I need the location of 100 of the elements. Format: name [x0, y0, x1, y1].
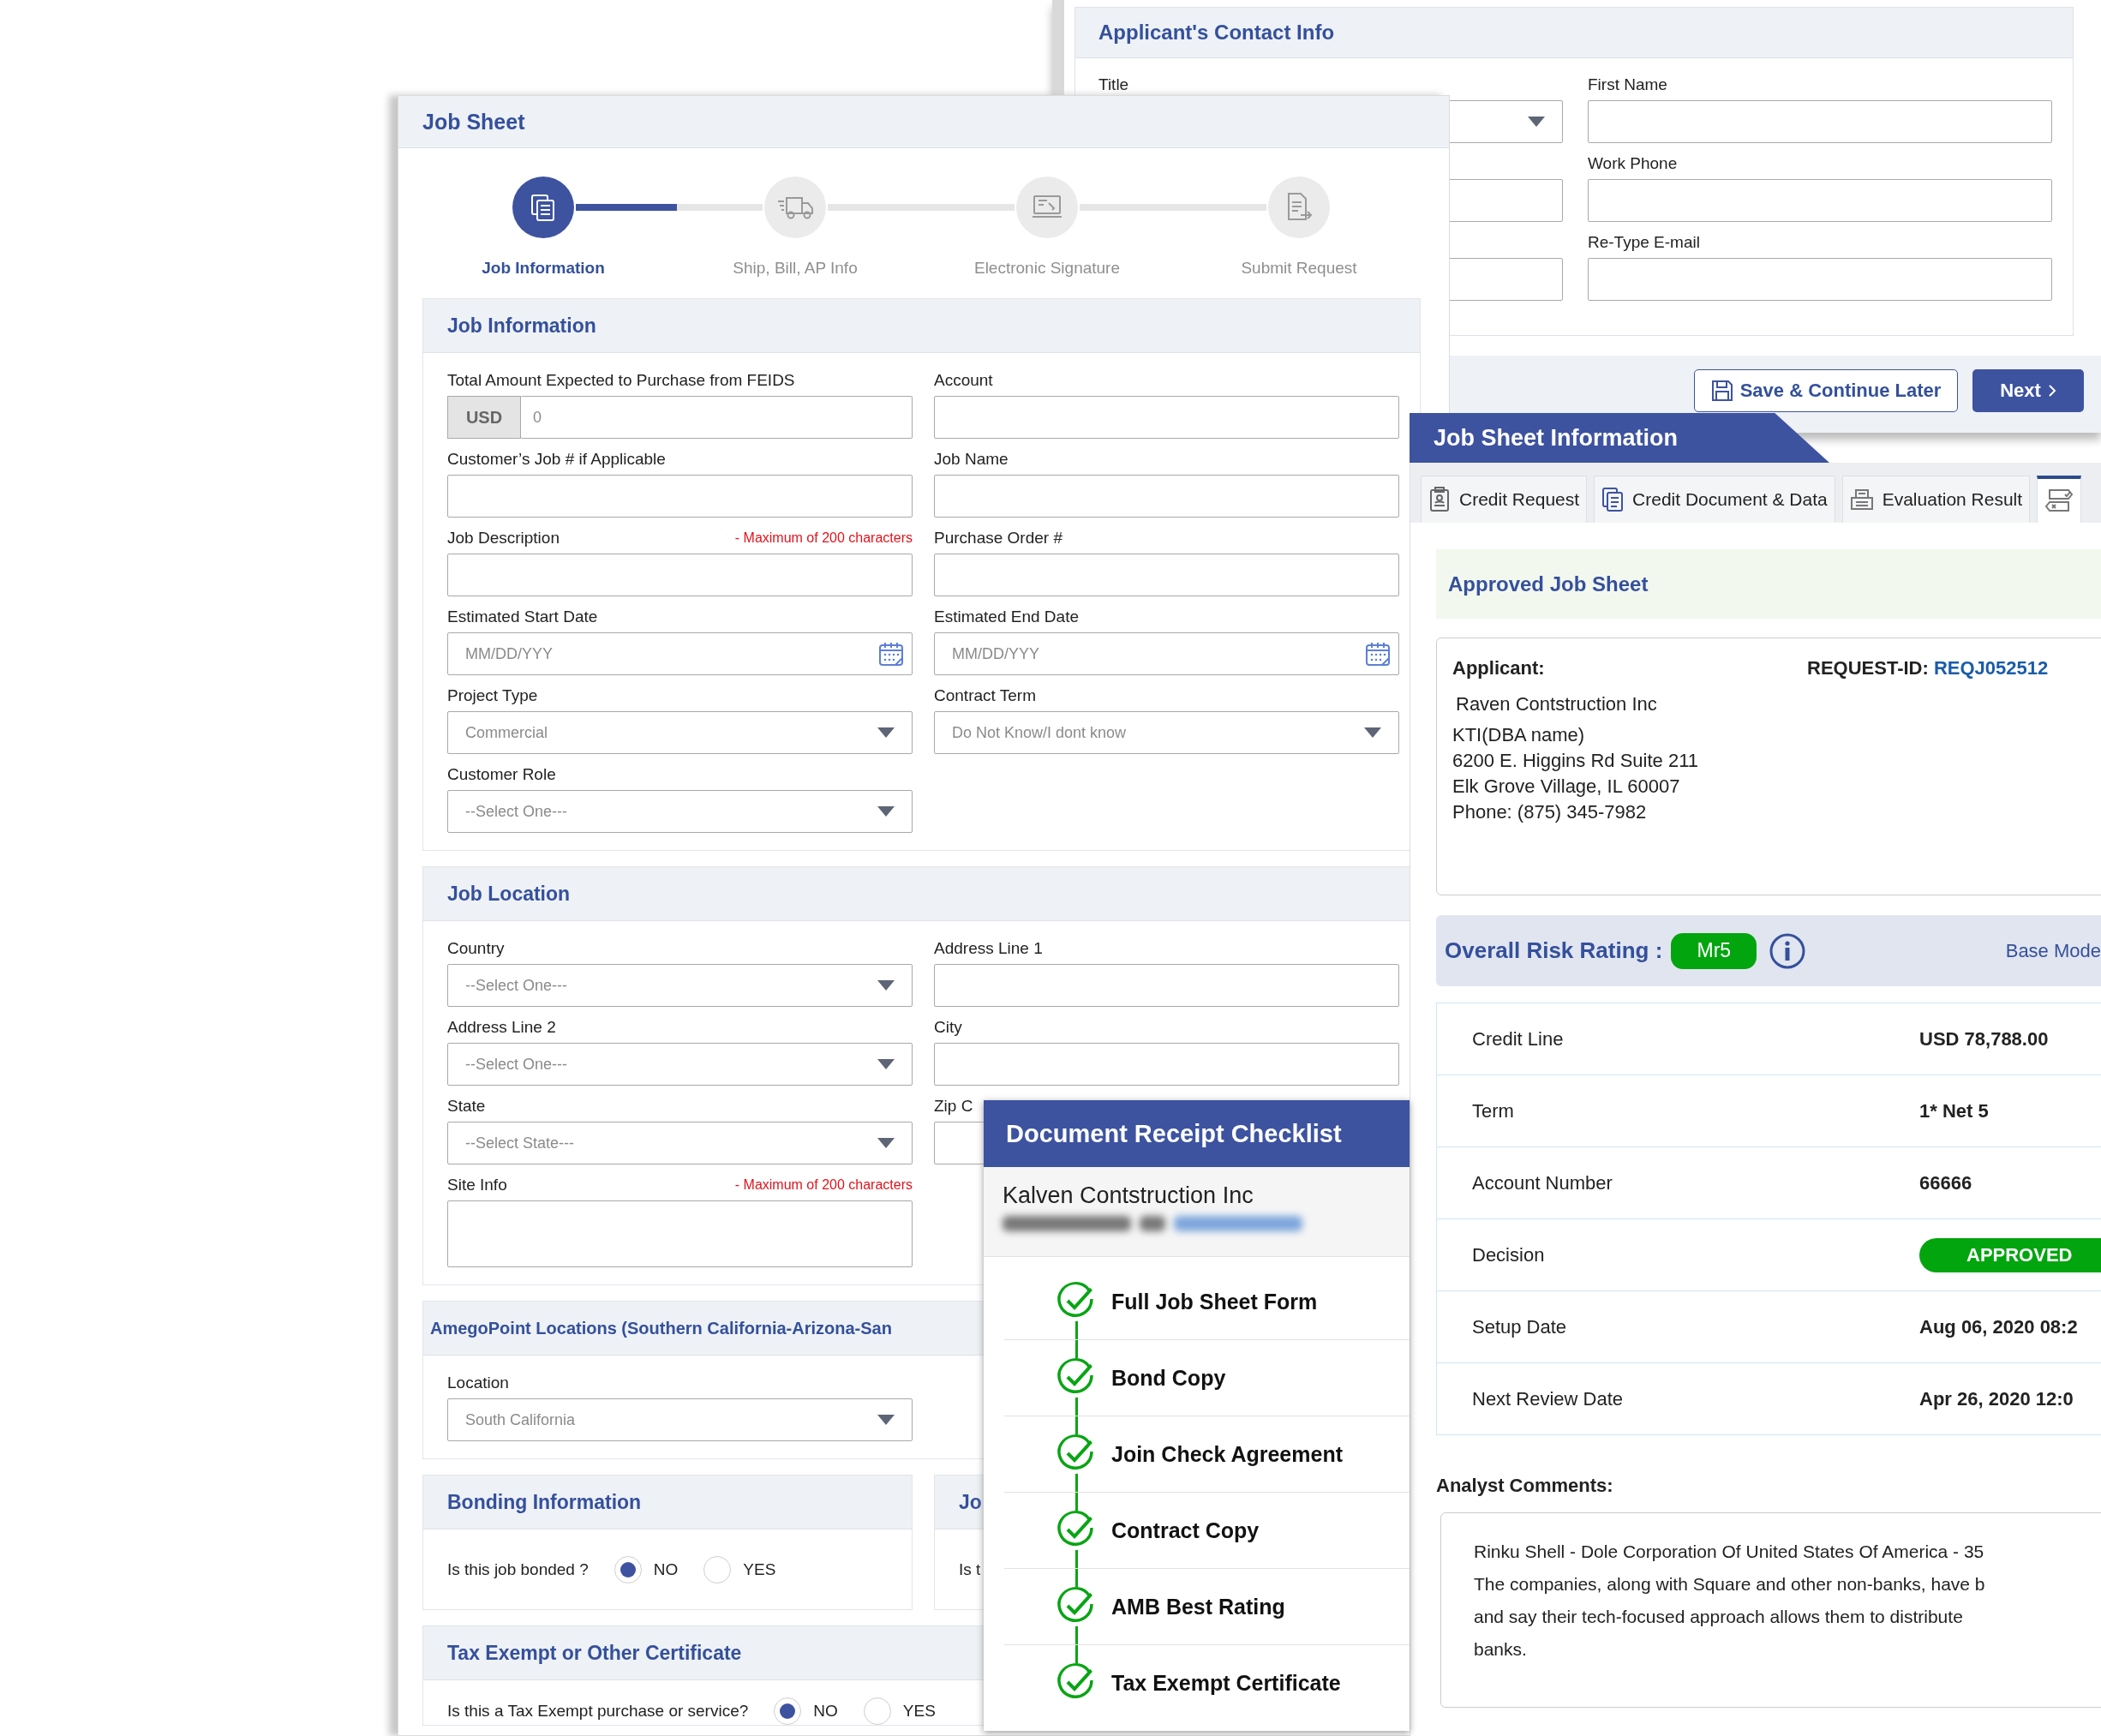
- date-field[interactable]: MM/DD/YYY: [447, 632, 913, 675]
- checklist-item: Bond Copy: [1111, 1365, 1226, 1391]
- address-line: 6200 E. Higgins Rd Suite 211: [1452, 749, 1699, 773]
- printer-icon: [1849, 488, 1874, 512]
- address-line: KTI(DBA name): [1452, 723, 1586, 747]
- text-field[interactable]: [934, 964, 1399, 1007]
- step-label: Submit Request: [1241, 259, 1357, 278]
- save-button[interactable]: Save & Continue Later: [1694, 369, 1958, 412]
- comment-text: Rinku Shell - Dole Corporation Of United States Of America - 35 The companies, along with Square and other non-banks, have b and say their tech-focused approach allows them to distribute banks.: [1474, 1541, 1986, 1661]
- risk-rating-label: Overall Risk Rating :: [1445, 937, 1663, 964]
- company-name: Raven Contstruction Inc: [1455, 692, 1658, 716]
- field-label: Zip C: [934, 1097, 973, 1116]
- amount-field[interactable]: 0: [521, 396, 913, 439]
- radio-label: NO: [813, 1702, 838, 1721]
- character-limit-note: - Maximum of 200 characters: [734, 530, 913, 546]
- clipboard-icon: [1428, 487, 1451, 512]
- text-field[interactable]: [1588, 100, 2052, 143]
- radio-label: NO: [653, 1559, 679, 1579]
- field-label: City: [934, 1018, 962, 1037]
- company-name: Kalven Contstruction Inc: [1003, 1182, 1254, 1209]
- section-header: Applicant's Contact Info: [1075, 8, 2073, 58]
- comments-label: Analyst Comments:: [1436, 1475, 1614, 1497]
- text-field[interactable]: [1588, 179, 2052, 222]
- section-header: Job Information: [423, 299, 1420, 353]
- field-label: Re-Type E-mail: [1588, 233, 1700, 252]
- dropdown[interactable]: --Select State---: [447, 1122, 913, 1164]
- text-field[interactable]: [934, 554, 1399, 596]
- character-limit-note: - Maximum of 200 characters: [734, 1177, 913, 1193]
- detail-label: Credit Line: [1472, 1027, 1565, 1051]
- chevron-right-icon: [2047, 384, 2056, 398]
- radio-button[interactable]: [703, 1555, 732, 1583]
- radio-label: YES: [902, 1702, 936, 1721]
- dropdown[interactable]: --Select One---: [447, 964, 913, 1007]
- tab[interactable]: Evaluation Result: [1841, 476, 2031, 523]
- field-label: Work Phone: [1588, 154, 1678, 173]
- text-field[interactable]: [934, 396, 1399, 439]
- detail-value: Apr 26, 2020 12:0: [1919, 1387, 2074, 1410]
- tab[interactable]: Credit Request: [1421, 476, 1588, 523]
- documents-icon: [1601, 487, 1625, 512]
- calendar-icon: [878, 641, 904, 667]
- dropdown[interactable]: Commercial: [447, 711, 913, 754]
- detail-label: Account Number: [1472, 1171, 1613, 1194]
- field-label: Location: [447, 1374, 509, 1392]
- detail-value: 1* Net 5: [1919, 1099, 1989, 1122]
- dropdown[interactable]: Do Not Know/I dont know: [934, 711, 1399, 754]
- step-label: Electronic Signature: [973, 259, 1120, 278]
- text-field[interactable]: [934, 475, 1399, 518]
- dropdown[interactable]: South California: [447, 1398, 913, 1441]
- caret-icon: [877, 806, 895, 817]
- detail-label: Term: [1472, 1099, 1515, 1122]
- field-label: Site Info: [447, 1176, 507, 1194]
- step-label: Ship, Bill, AP Info: [733, 259, 858, 278]
- text-area[interactable]: [447, 1200, 913, 1267]
- radio-button[interactable]: [614, 1555, 642, 1583]
- step-label: Job Information: [482, 259, 605, 278]
- text-field[interactable]: [447, 475, 913, 518]
- field-label: Contract Term: [934, 686, 1036, 705]
- text-field[interactable]: [447, 554, 913, 596]
- document-arrow-icon: [1285, 192, 1313, 223]
- status-banner: Approved Job Sheet: [1436, 549, 2101, 619]
- detail-value: 66666: [1919, 1171, 1972, 1194]
- checklist-item: Join Check Agreement: [1111, 1441, 1343, 1467]
- date-field[interactable]: MM/DD/YYY: [934, 632, 1399, 675]
- text-field[interactable]: [934, 1043, 1399, 1086]
- field-label: Project Type: [447, 686, 538, 705]
- text-field[interactable]: [1588, 258, 2052, 301]
- section-header: Bonding Information: [423, 1476, 912, 1529]
- request-id-text: REQUEST-ID: REQJ052512: [1807, 657, 2049, 679]
- caret-icon: [1528, 117, 1545, 127]
- dropdown[interactable]: --Select One---: [447, 1043, 913, 1086]
- field-label: Address Line 2: [447, 1018, 556, 1037]
- next-button[interactable]: Next: [1972, 369, 2084, 412]
- tab[interactable]: [2037, 476, 2082, 523]
- currency-prefix: USD: [447, 396, 521, 439]
- field-label: Job Name: [934, 450, 1009, 469]
- question-text: Is this a Tax Exempt purchase or service?: [447, 1702, 749, 1721]
- detail-label: Next Review Date: [1472, 1387, 1625, 1410]
- base-model-link[interactable]: Base Mode: [2005, 939, 2101, 962]
- radio-button[interactable]: [863, 1697, 891, 1725]
- field-label: Estimated Start Date: [447, 608, 598, 626]
- field-label: State: [447, 1097, 486, 1116]
- address-line: Phone: (875) 345-7982: [1452, 800, 1648, 824]
- field-label: Account: [934, 371, 993, 390]
- radio-button[interactable]: [774, 1697, 802, 1725]
- detail-label: Decision: [1472, 1243, 1546, 1266]
- truck-icon: [776, 195, 814, 220]
- field-label: First Name: [1588, 75, 1667, 94]
- caret-icon: [877, 1138, 895, 1148]
- question-text: Is t: [959, 1559, 981, 1579]
- info-icon: [1769, 931, 1807, 970]
- field-label: Address Line 1: [934, 939, 1043, 958]
- address-line: Elk Grove Village, IL 60007: [1452, 775, 1681, 799]
- calendar-icon: [1365, 641, 1391, 667]
- window-title: Job Sheet: [398, 96, 1449, 148]
- field-label: Customer’s Job # if Applicable: [447, 450, 666, 469]
- applicant-label: Applicant:: [1452, 657, 1546, 679]
- field-label: Customer Role: [447, 765, 556, 784]
- tab[interactable]: Credit Document & Data: [1594, 476, 1835, 523]
- dropdown[interactable]: --Select One---: [447, 790, 913, 833]
- detail-label: Setup Date: [1472, 1315, 1568, 1338]
